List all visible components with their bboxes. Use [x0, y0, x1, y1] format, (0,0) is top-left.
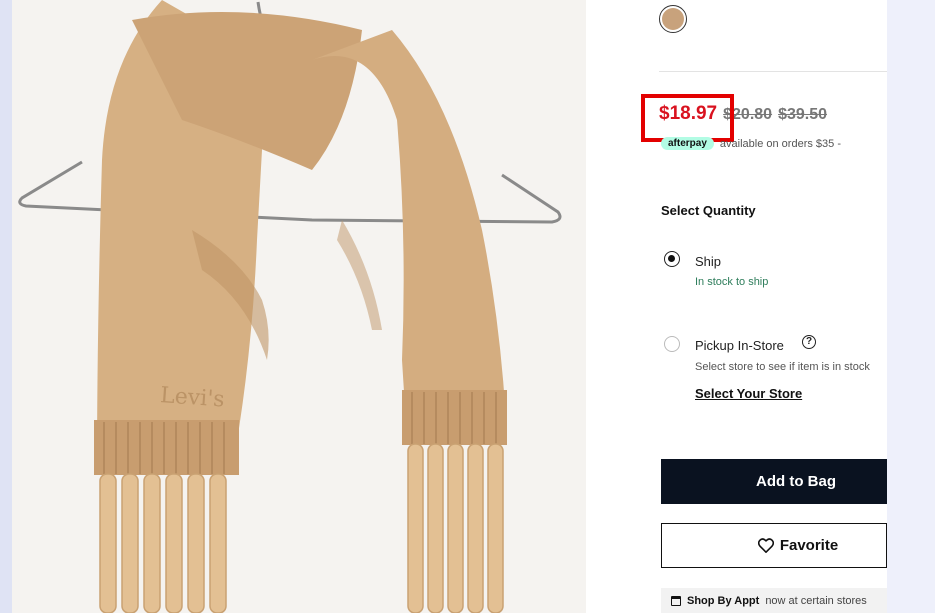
select-store-link[interactable]: Select Your Store: [695, 386, 802, 401]
favorite-button[interactable]: Favorite: [661, 523, 887, 568]
add-to-bag-label: Add to Bag: [756, 473, 836, 490]
shop-by-appointment-banner[interactable]: Shop By Appt now at certain stores: [661, 588, 887, 613]
scarf-photo: Levi's: [12, 0, 586, 613]
heart-icon: [757, 538, 774, 553]
svg-text:Levi's: Levi's: [159, 383, 225, 412]
favorite-label: Favorite: [779, 537, 839, 554]
shop-by-appt-label: Shop By Appt: [687, 594, 760, 607]
shop-by-appt-text: now at certain stores: [765, 594, 867, 607]
select-quantity-label: Select Quantity: [661, 203, 756, 218]
swatch-color: [662, 8, 684, 30]
pickup-stock-status: Select store to see if item is in stock: [695, 361, 870, 373]
info-icon[interactable]: ?: [802, 335, 816, 349]
page-gutter: [0, 0, 12, 613]
ship-label[interactable]: Ship: [695, 254, 721, 269]
pickup-radio[interactable]: [664, 336, 680, 352]
pickup-label[interactable]: Pickup In-Store: [695, 338, 784, 353]
afterpay-row: afterpay available on orders $35 -: [661, 137, 841, 150]
original-price: $39.50: [778, 106, 827, 123]
afterpay-text: available on orders $35 -: [719, 137, 841, 150]
divider: [659, 71, 887, 72]
color-swatch[interactable]: [659, 5, 687, 33]
afterpay-logo[interactable]: afterpay: [661, 137, 714, 150]
add-to-bag-button[interactable]: Add to Bag: [661, 459, 887, 504]
ship-radio[interactable]: [664, 251, 680, 267]
calendar-icon: [671, 595, 681, 606]
price-highlight-box: [641, 94, 734, 142]
ship-stock-status: In stock to ship: [695, 276, 769, 288]
product-image[interactable]: Levi's: [12, 0, 586, 613]
